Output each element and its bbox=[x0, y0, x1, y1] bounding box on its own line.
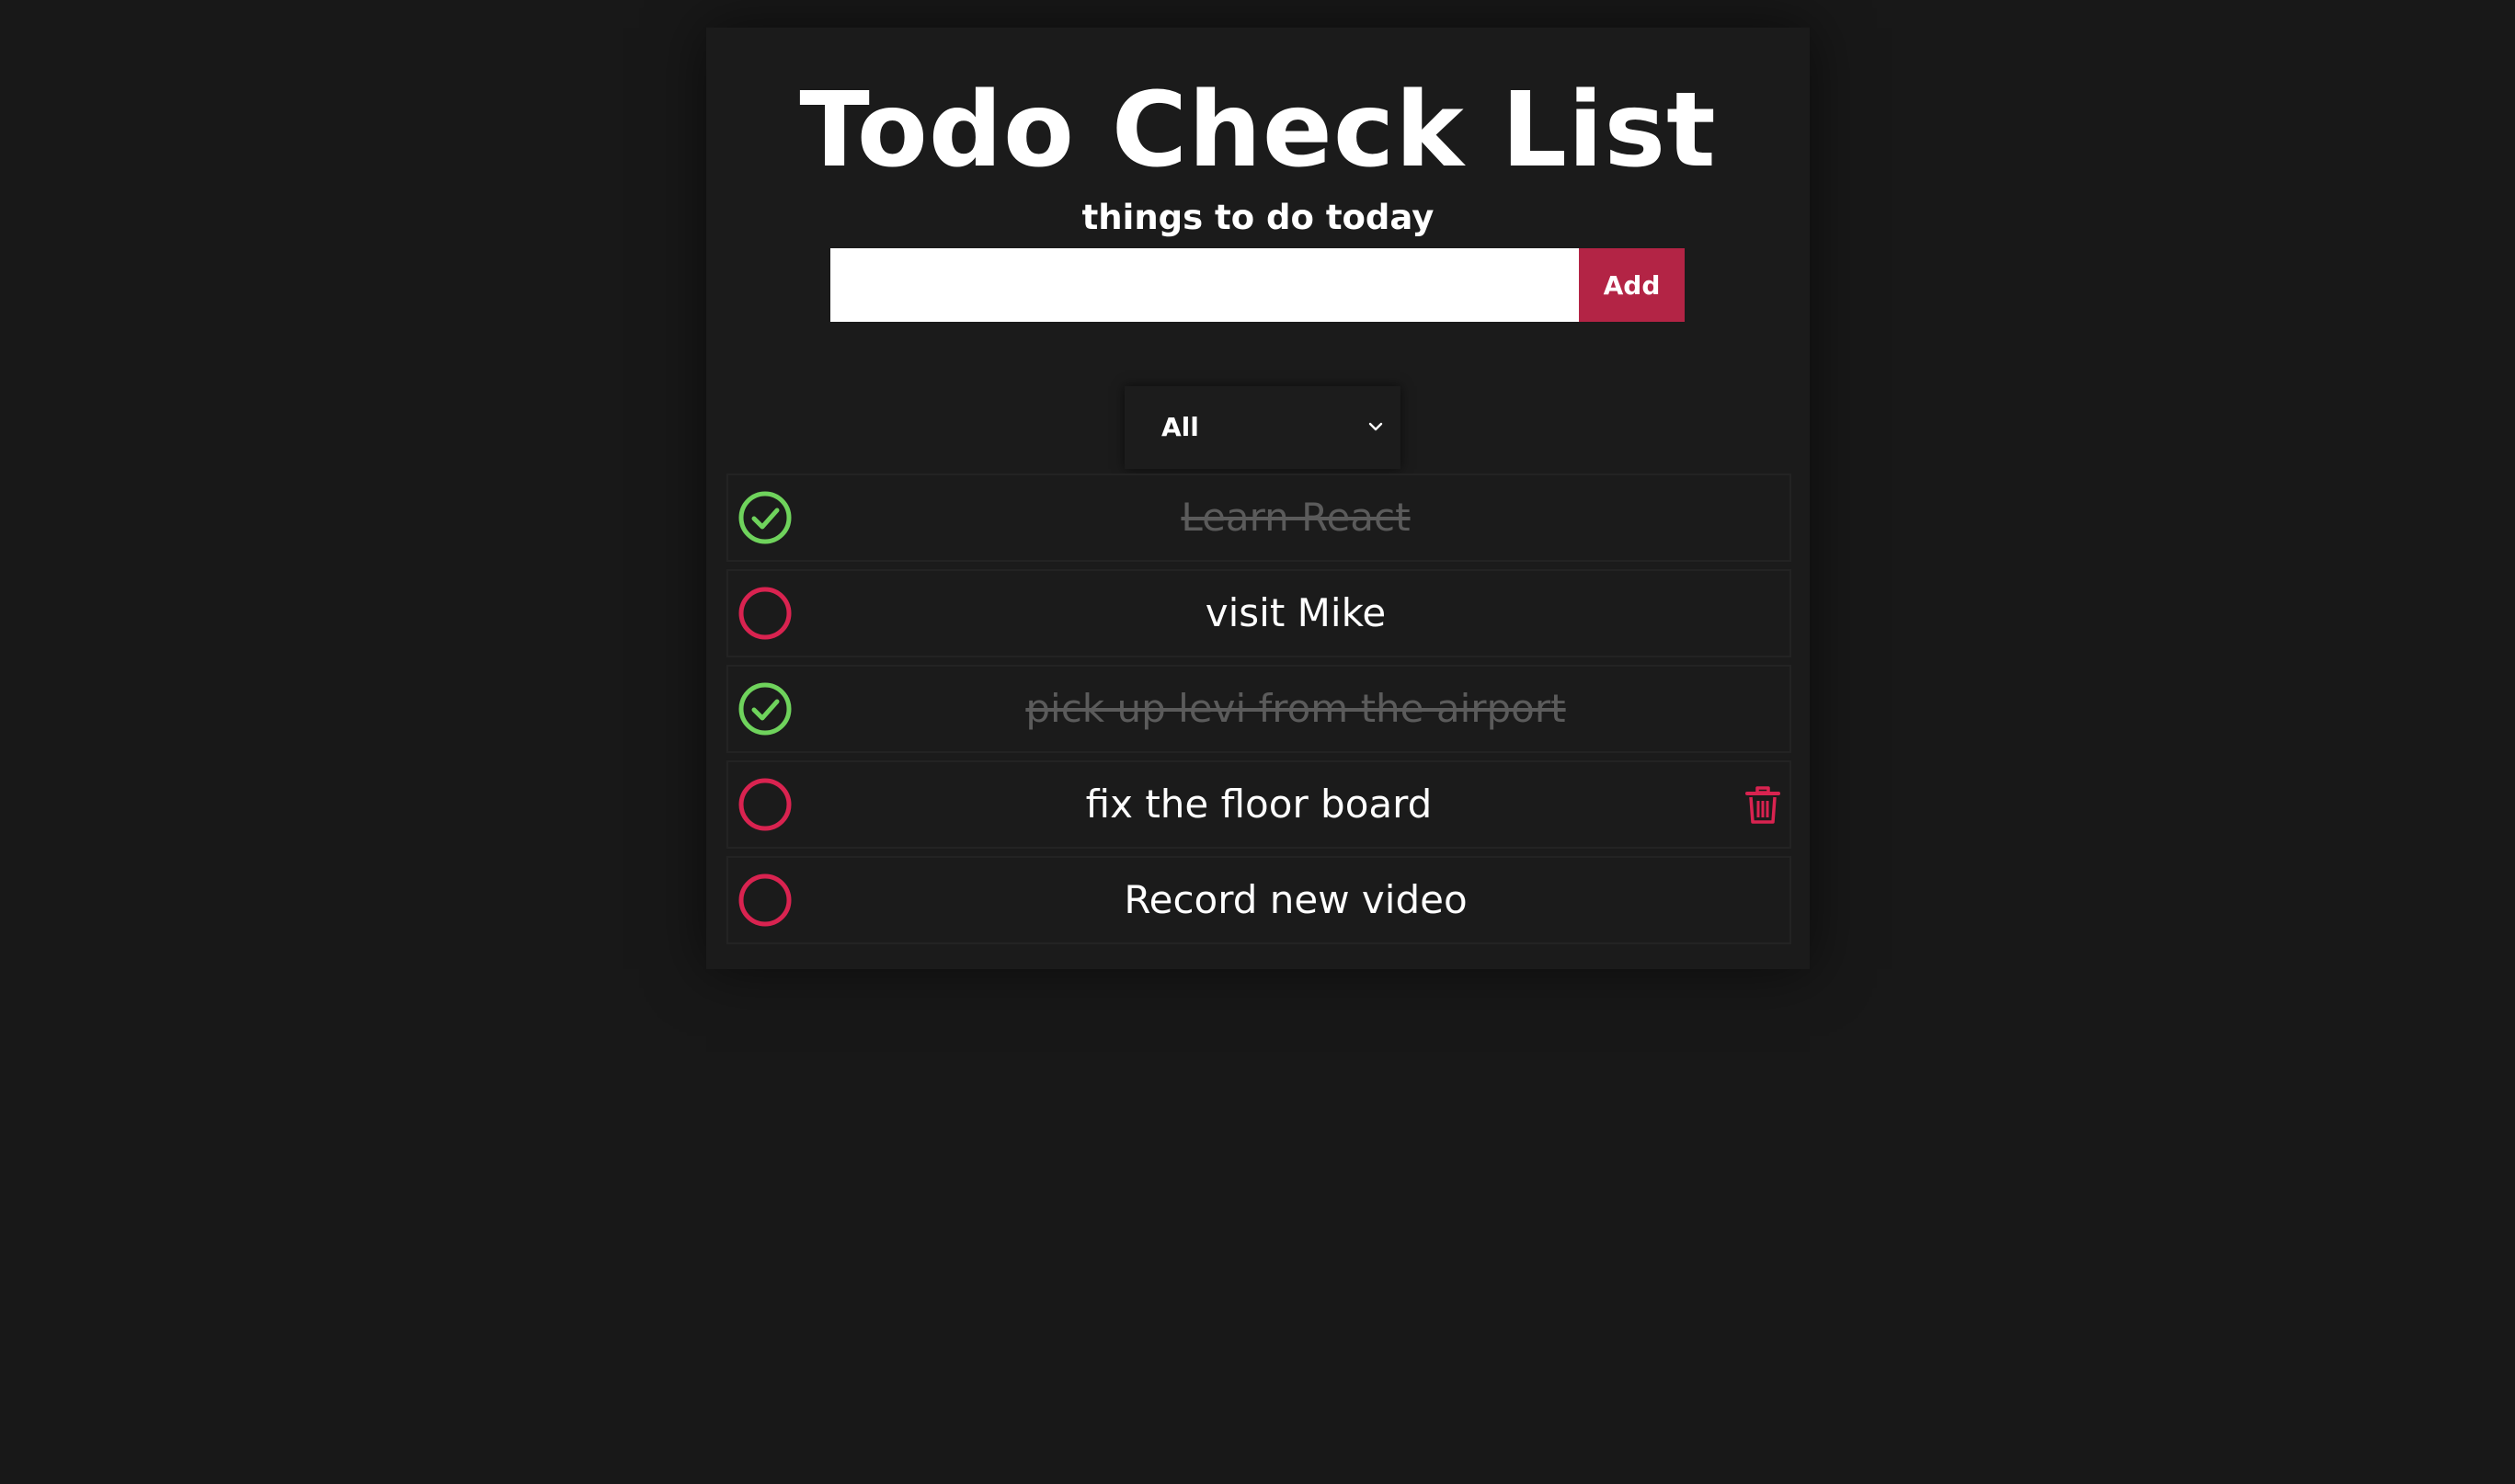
empty-circle-icon[interactable] bbox=[737, 586, 793, 641]
todo-card: Todo Check List things to do today Add A… bbox=[706, 28, 1810, 969]
todo-item: pick up levi from the airport bbox=[726, 665, 1791, 753]
todo-item: visit Mike bbox=[726, 569, 1791, 657]
trash-icon[interactable] bbox=[1745, 786, 1780, 825]
todo-text: pick up levi from the airport bbox=[1025, 686, 1566, 731]
todo-text: Record new video bbox=[1124, 877, 1468, 922]
filter-selected-value: All bbox=[1161, 412, 1199, 442]
todo-text: Learn React bbox=[1181, 495, 1411, 540]
empty-circle-icon[interactable] bbox=[737, 873, 793, 928]
page-title: Todo Check List bbox=[799, 71, 1717, 190]
todo-item: fix the floor board bbox=[726, 760, 1791, 849]
todo-item: Learn React bbox=[726, 474, 1791, 562]
todo-text: visit Mike bbox=[1205, 590, 1387, 635]
todo-text: fix the floor board bbox=[1085, 782, 1433, 827]
filter-select[interactable]: All bbox=[1125, 386, 1400, 469]
check-circle-icon[interactable] bbox=[737, 681, 793, 736]
todo-item: Record new video bbox=[726, 856, 1791, 944]
check-circle-icon[interactable] bbox=[737, 490, 793, 545]
empty-circle-icon[interactable] bbox=[737, 777, 793, 832]
page-subtitle: things to do today bbox=[1081, 198, 1435, 237]
todo-list: Learn React visit Mike pick up levi from… bbox=[726, 474, 1791, 952]
chevron-down-icon bbox=[1368, 422, 1383, 431]
new-todo-input[interactable] bbox=[830, 248, 1579, 322]
add-button[interactable]: Add bbox=[1579, 248, 1685, 322]
